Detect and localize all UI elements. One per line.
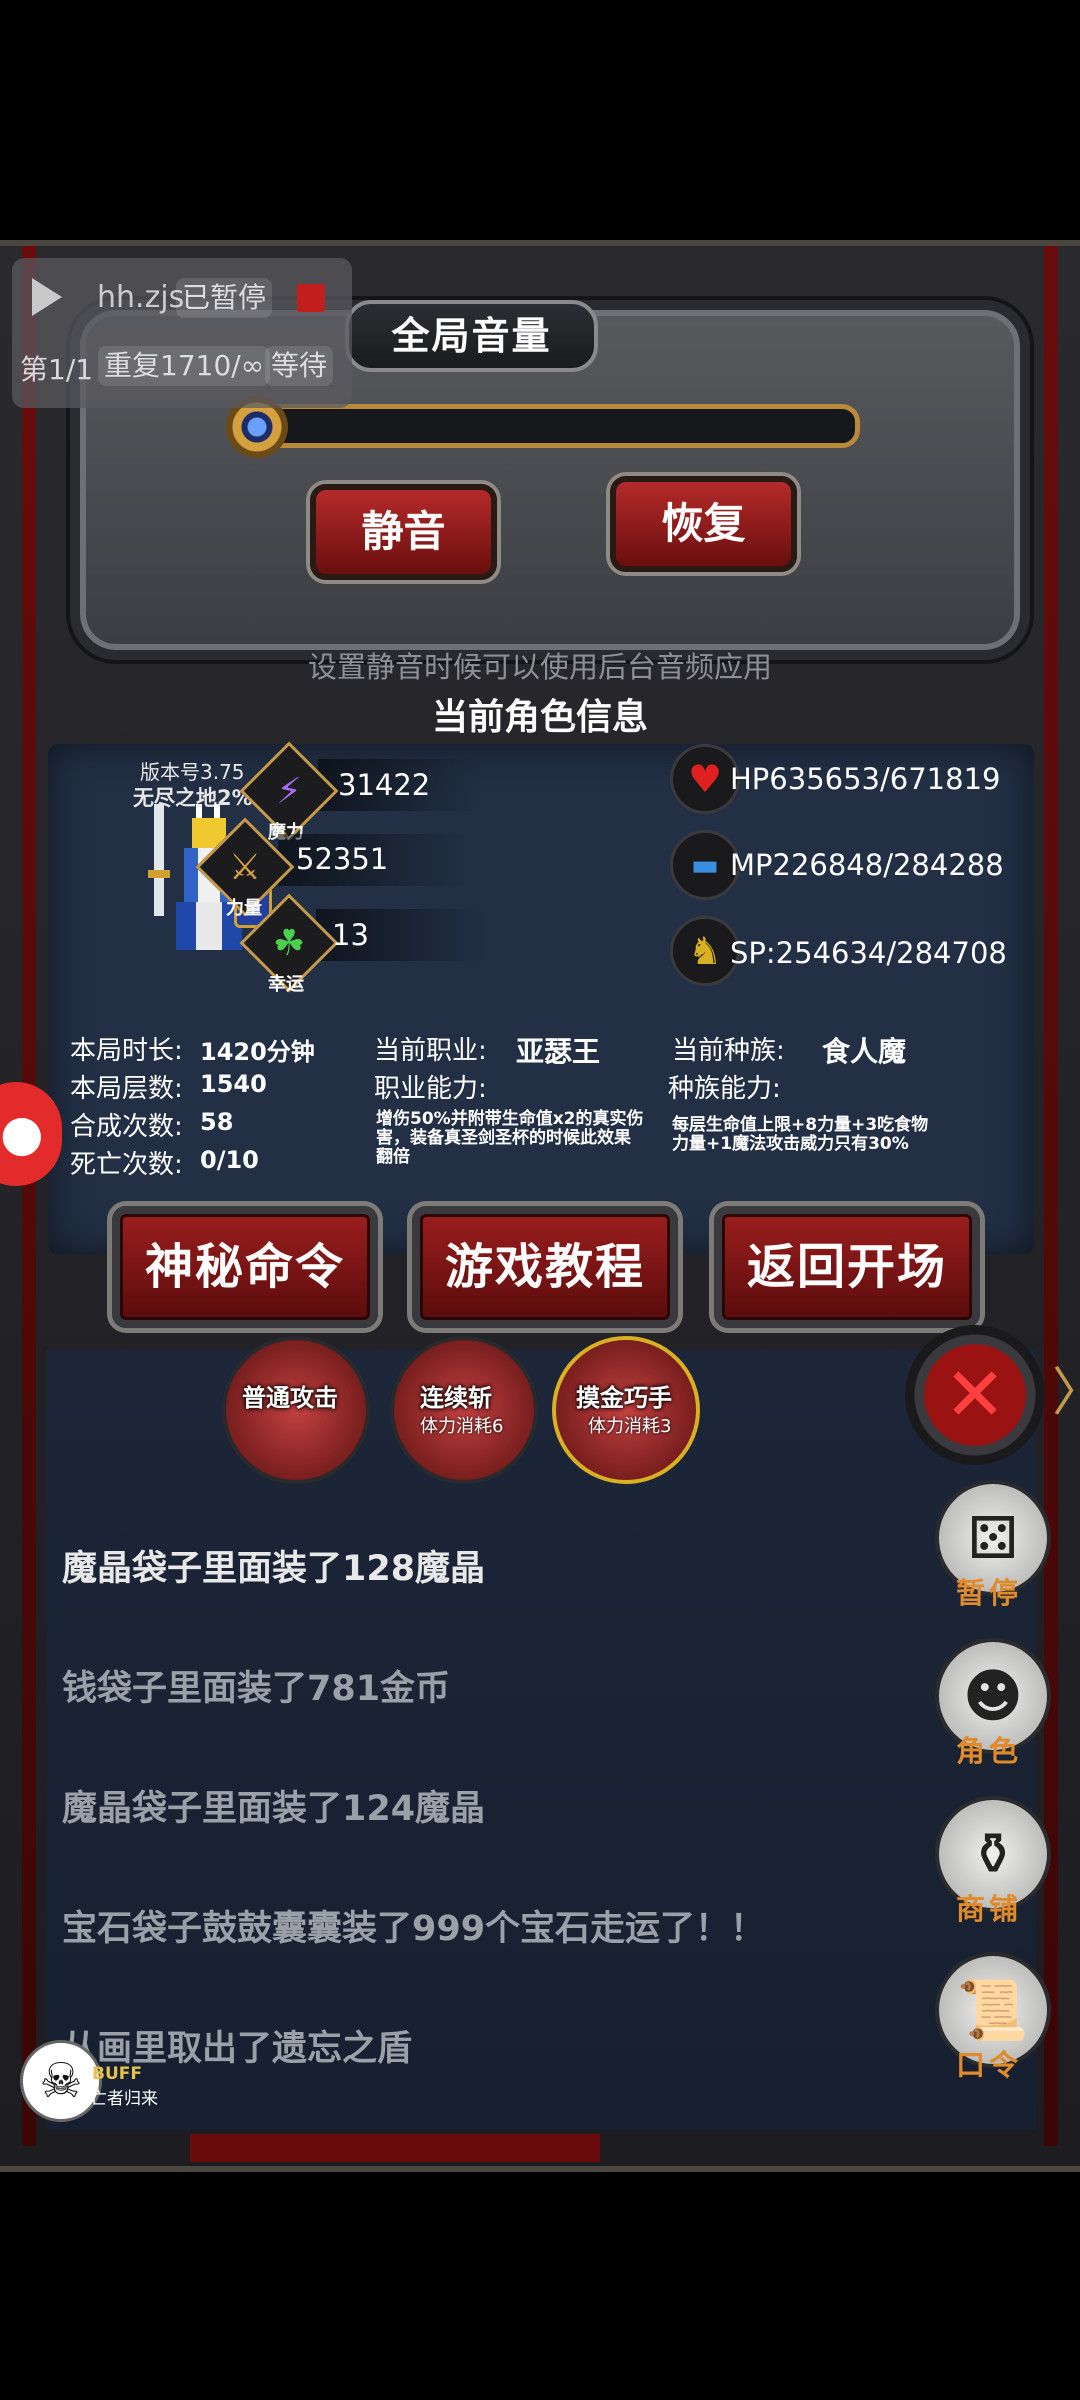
bottom-red-bar (190, 2134, 600, 2162)
log-line: 魔晶袋子里面装了124魔晶 (62, 1789, 486, 1829)
log-line: 魔晶袋子里面装了128魔晶 (62, 1549, 486, 1589)
character-info-panel: 版本号3.75 无尽之地2% ⚡ 魔力 31422 ⚔ 力量 52351 ☘ 幸… (48, 741, 1034, 1254)
race-ability-desc: 每层生命值上限+8力量+3吃食物力量+1魔法攻击威力只有30% (672, 1115, 929, 1154)
close-button[interactable]: ✕ (905, 1325, 1045, 1465)
dice-icon: ⚄ (967, 1504, 1019, 1572)
role-label: 角色 (955, 1734, 1022, 1768)
recorder-status: 已暂停 (176, 278, 273, 318)
restore-button[interactable]: 恢复 (610, 476, 797, 572)
session-death-value: 0/10 (200, 1146, 259, 1174)
frame-edge-left (22, 246, 36, 2146)
buff-title: BUFF (92, 2064, 142, 2084)
volume-slider-track[interactable] (245, 404, 860, 448)
clover-icon: ☘ (272, 922, 306, 964)
session-floor-label: 本局层数: (70, 1074, 183, 1104)
mute-button[interactable]: 静音 (310, 484, 497, 580)
job-ability-desc: 增伤50%并附带生命值x2的真实伤害，装备真圣剑圣杯的时候此效果翻倍 (376, 1109, 644, 1167)
password-label: 口令 (955, 2048, 1022, 2082)
buff-name: 亡者归来 (90, 2089, 158, 2109)
hp-value: HP635653/671819 (730, 762, 1001, 796)
stop-icon[interactable] (297, 284, 325, 312)
stat-value-strength: 52351 (296, 842, 389, 876)
log-line: 宝石袋子鼓鼓囊囊装了999个宝石走运了！！ (62, 1909, 766, 1949)
message-log (46, 1350, 1036, 2130)
shop-label: 商铺 (955, 1892, 1022, 1926)
skill-label: 普通攻击 (242, 1384, 338, 1412)
recorder-wait-button[interactable]: 等待 (265, 346, 334, 386)
recorder-app-name: hh.zjs (97, 280, 185, 315)
job-value: 亚瑟王 (516, 1035, 601, 1068)
race-label: 当前种族: (672, 1036, 785, 1066)
skill-label: 摸金巧手 (576, 1384, 672, 1412)
hooded-figure-icon: ☻ (962, 1662, 1024, 1730)
skill-cost: 体力消耗3 (588, 1416, 672, 1437)
volume-title: 全局音量 (345, 300, 598, 372)
chevron-right-icon[interactable]: 〉 (1052, 1350, 1080, 1425)
user-icon: ● (0, 1104, 44, 1162)
recorder-repeat: 重复1710/∞ (98, 346, 271, 386)
shop-sign-icon: ⚱ (968, 1820, 1018, 1888)
back-to-start-button[interactable]: 返回开场 (714, 1206, 980, 1328)
job-label: 当前职业: (374, 1036, 487, 1066)
recorder-page: 第1/1 (20, 353, 94, 386)
stat-caption-luck: 幸运 (268, 974, 304, 995)
close-icon: ✕ (943, 1352, 1006, 1438)
log-line: 钱袋子里面装了781金币 (62, 1669, 451, 1709)
stat-value-luck: 13 (332, 918, 369, 952)
volume-hint: 设置静音时候可以使用后台音频应用 (307, 650, 772, 684)
race-value: 食人魔 (822, 1035, 907, 1068)
stat-value-magic: 31422 (338, 768, 431, 802)
session-floor-value: 1540 (200, 1070, 267, 1098)
character-info-title: 当前角色信息 (431, 697, 648, 738)
scroll-icon: 📜 (956, 1975, 1030, 2044)
job-ability-label: 职业能力: (374, 1074, 487, 1104)
spear-icon: ⚔ (228, 846, 262, 888)
secret-command-button[interactable]: 神秘命令 (112, 1206, 378, 1328)
lightning-icon: ⚡ (276, 770, 302, 812)
pause-label: 暂停 (955, 1576, 1022, 1610)
skull-icon[interactable]: ☠ (20, 2040, 102, 2122)
version-label: 版本号3.75 (140, 760, 245, 784)
session-craft-label: 合成次数: (70, 1112, 183, 1142)
play-icon[interactable] (32, 278, 62, 316)
script-recorder-overlay: hh.zjs 已暂停 第1/1 重复1710/∞ 等待 (12, 258, 352, 408)
sp-value: SP:254634/284708 (730, 936, 1007, 970)
mp-value: MP226848/284288 (730, 848, 1004, 882)
skill-label: 连续斩 (420, 1384, 492, 1412)
session-time-label: 本局时长: (70, 1036, 183, 1066)
session-time-value: 1420分钟 (200, 1038, 315, 1066)
session-death-label: 死亡次数: (70, 1150, 183, 1180)
tutorial-button[interactable]: 游戏教程 (412, 1206, 678, 1328)
session-craft-value: 58 (200, 1108, 234, 1136)
race-ability-label: 种族能力: (668, 1074, 781, 1104)
skill-cost: 体力消耗6 (420, 1416, 504, 1437)
